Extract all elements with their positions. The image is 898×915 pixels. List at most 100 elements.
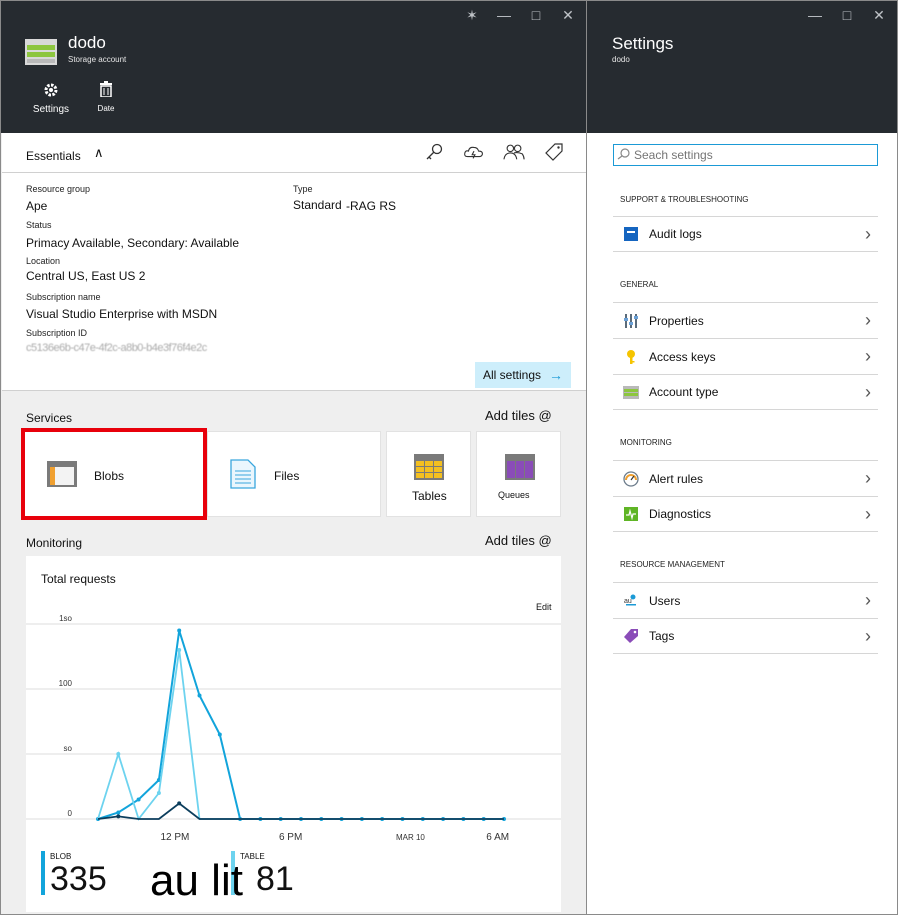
minimize-icon[interactable]: — — [807, 7, 823, 23]
key-icon[interactable] — [423, 141, 445, 163]
table-icon — [414, 454, 444, 480]
queues-tile-label: Queues — [498, 490, 530, 500]
subscription-id-label: Subscription ID — [26, 328, 88, 338]
all-settings-button[interactable]: All settings → — [475, 362, 571, 388]
settings-label: Settings — [32, 104, 70, 115]
total-requests-chart: 0 so 100 1so 12 PM 6 PM MAR 10 6 AM — [26, 614, 561, 843]
x-tick-label: MAR 10 — [396, 833, 425, 842]
maximize-icon[interactable]: □ — [839, 7, 855, 23]
tag-icon — [613, 628, 649, 644]
chevron-right-icon: › — [865, 468, 871, 488]
close-icon[interactable]: ✕ — [871, 7, 887, 23]
settings-item-tags[interactable]: Tags › — [613, 618, 878, 654]
all-settings-label: All settings — [482, 368, 542, 382]
chevron-right-icon: › — [865, 223, 871, 244]
settings-window-controls: — □ ✕ — [807, 7, 887, 23]
settings-item-users[interactable]: au Users › — [613, 582, 878, 618]
settings-item-label: Account type — [649, 385, 719, 399]
essentials-panel: Essentials ∧ Resource group Ape Status P… — [2, 133, 587, 391]
settings-item-properties[interactable]: Properties › — [613, 302, 878, 338]
group-label-resource-management: RESOURCE MANAGEMENT — [620, 560, 725, 569]
close-icon[interactable]: ✕ — [560, 7, 576, 23]
essentials-header[interactable]: Essentials ∧ — [2, 133, 587, 173]
data-point — [156, 791, 161, 795]
subscription-name-value[interactable]: Visual Studio Enterprise with MSDN — [26, 307, 217, 321]
pin-icon[interactable]: ✶ — [464, 7, 480, 23]
tag-icon[interactable] — [543, 141, 565, 163]
users-icon: au — [613, 594, 649, 608]
settings-header: — □ ✕ Settings dodo — [587, 1, 897, 133]
delete-button[interactable]: Date — [93, 81, 119, 113]
settings-item-access-keys[interactable]: Access keys › — [613, 338, 878, 374]
minimize-icon[interactable]: — — [496, 7, 512, 23]
resource-group-value[interactable]: Ape — [26, 199, 47, 213]
data-point — [177, 628, 182, 633]
monitoring-add-tiles-link[interactable]: Add tiles @ — [485, 533, 552, 548]
tables-tile[interactable]: Tables — [386, 431, 471, 517]
files-tile-label: Files — [274, 469, 300, 483]
essentials-toolbar — [423, 141, 565, 163]
arrow-right-icon: → — [549, 367, 564, 383]
blade-header: ✶ — □ ✕ dodo Storage account Settings Da… — [1, 1, 586, 133]
queues-tile[interactable]: Queues — [476, 431, 561, 517]
cloud-lightning-icon[interactable] — [463, 141, 485, 163]
y-tick-label: 1so — [59, 614, 72, 623]
users-icon[interactable] — [503, 141, 525, 163]
blobs-highlight-box — [21, 428, 207, 520]
data-point — [116, 810, 121, 815]
chevron-right-icon: › — [865, 503, 871, 524]
data-point — [197, 693, 202, 698]
settings-item-audit-logs[interactable]: Audit logs › — [613, 216, 878, 252]
y-tick-label: 0 — [68, 809, 73, 818]
type-label: Type — [293, 184, 313, 194]
window-controls: ✶ — □ ✕ — [464, 7, 576, 23]
chevron-right-icon: › — [865, 590, 871, 610]
diagnostics-icon — [613, 507, 649, 521]
settings-item-alert-rules[interactable]: Alert rules › — [613, 460, 878, 496]
settings-item-label: Tags — [649, 629, 675, 643]
settings-item-label: Audit logs — [649, 227, 702, 241]
y-tick-label: 100 — [59, 679, 73, 688]
settings-search[interactable] — [613, 144, 878, 166]
data-point — [217, 732, 222, 737]
chevron-up-icon[interactable]: ∧ — [94, 145, 104, 161]
blob-metric-bar — [41, 851, 45, 895]
chevron-right-icon: › — [865, 346, 871, 366]
audit-logs-icon — [613, 227, 649, 241]
settings-item-label: Properties — [649, 313, 704, 328]
data-point — [116, 752, 121, 756]
account-type-icon — [613, 385, 649, 399]
services-add-tiles-link[interactable]: Add tiles @ — [485, 408, 552, 423]
data-point — [116, 814, 121, 819]
total-requests-tile[interactable]: Total requests Edit 0 so 100 1so 12 PM 6 PM MA… — [26, 556, 561, 912]
location-value: Central US, East US 2 — [26, 269, 146, 283]
settings-title: Settings — [612, 34, 674, 53]
location-label: Location — [26, 256, 61, 266]
blade-title: dodo — [68, 33, 106, 52]
storage-account-blade: ✶ — □ ✕ dodo Storage account Settings Da… — [0, 0, 587, 915]
monitoring-label: Monitoring — [26, 536, 83, 550]
alert-rules-icon — [613, 470, 649, 487]
maximize-icon[interactable]: □ — [528, 7, 544, 23]
settings-button[interactable]: Settings — [31, 81, 71, 115]
settings-item-label: Users — [649, 593, 681, 608]
file-icon — [230, 459, 256, 489]
series-line — [97, 802, 504, 820]
delete-label: Date — [97, 104, 115, 113]
search-input[interactable] — [634, 148, 864, 162]
blob-metric-value: 335 — [50, 860, 107, 898]
settings-item-account-type[interactable]: Account type › — [613, 374, 878, 410]
settings-item-diagnostics[interactable]: Diagnostics › — [613, 496, 878, 532]
chevron-right-icon: › — [865, 381, 871, 402]
subscription-id-value: c5136e6b-c47e-4f2c-a8b0-b4e3f76f4e2c — [26, 342, 207, 354]
data-point — [177, 801, 182, 806]
group-label-monitoring: MONITORING — [620, 438, 672, 447]
chevron-right-icon: › — [865, 625, 871, 646]
x-tick-label: 6 AM — [486, 832, 509, 843]
files-tile[interactable]: Files — [207, 431, 381, 517]
status-value: Primacy Available, Secondary: Available — [26, 236, 240, 250]
overlay-text: au lit — [150, 856, 243, 905]
blade-subtitle: Storage account — [68, 55, 127, 64]
data-point — [136, 797, 141, 802]
gear-icon — [31, 81, 71, 101]
